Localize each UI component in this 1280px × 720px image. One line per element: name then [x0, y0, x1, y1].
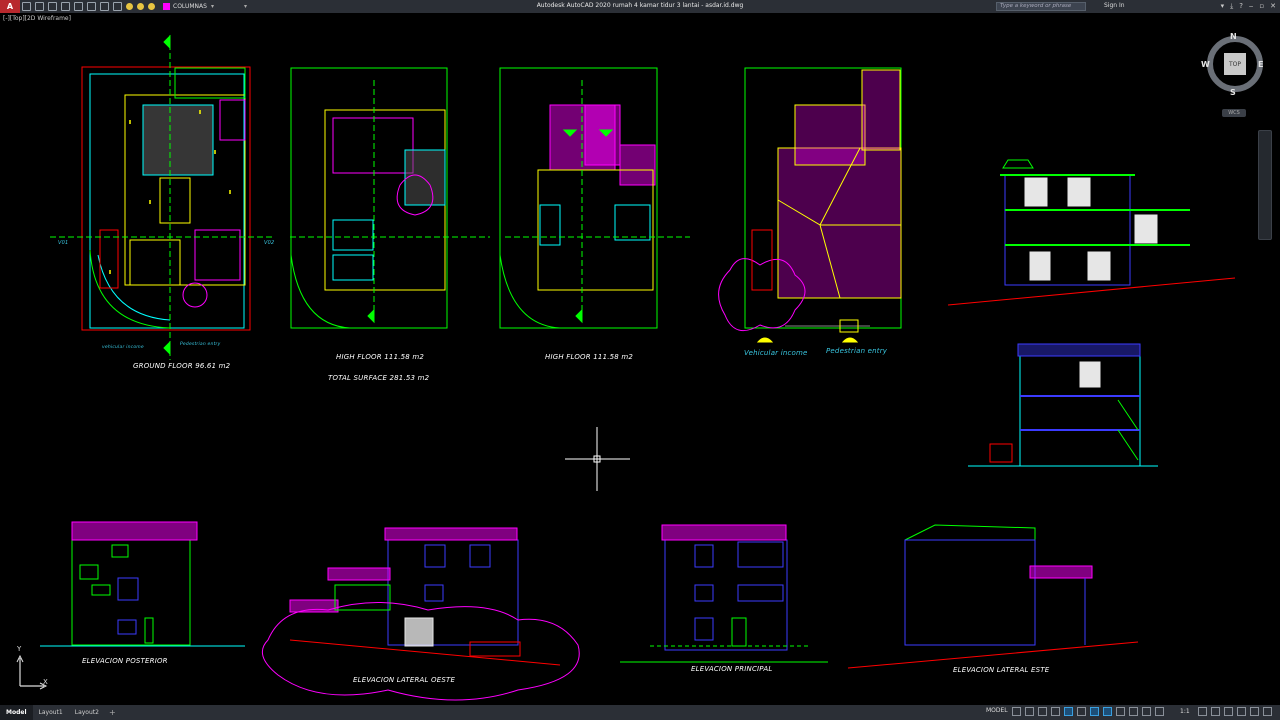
osnap-icon[interactable]: [1064, 707, 1073, 716]
viewcube-west[interactable]: W: [1201, 60, 1210, 69]
user-icon[interactable]: ▾: [1221, 2, 1225, 11]
add-layout-icon[interactable]: +: [105, 708, 120, 717]
tab-layout2[interactable]: Layout2: [69, 705, 105, 720]
viewcube[interactable]: N S E W TOP: [1201, 32, 1264, 97]
annotation-scale-icon[interactable]: [1142, 707, 1151, 716]
annotation-icon[interactable]: [1129, 707, 1138, 716]
viewcube-east[interactable]: E: [1258, 60, 1263, 69]
wcs-menu[interactable]: WCS: [1222, 109, 1246, 117]
ucs-icon: Y X: [8, 645, 58, 695]
navigation-bar[interactable]: [1258, 130, 1272, 240]
layer-lock-icon[interactable]: [148, 3, 155, 10]
plot-icon[interactable]: [87, 2, 96, 11]
pedestrian-entry-small-label: Pedestrian entry: [180, 342, 221, 347]
gear-icon[interactable]: [1198, 707, 1207, 716]
elevation-lateral-oeste: [261, 527, 580, 701]
layer-color-swatch: [163, 3, 170, 10]
save-icon[interactable]: [48, 2, 57, 11]
elevation-principal-label: ELEVACION PRINCIPAL: [691, 665, 773, 673]
elevation-lateral-oeste-label: ELEVACION LATERAL OESTE: [353, 676, 456, 684]
ucs-y-label: Y: [17, 645, 22, 653]
section-view-2: [968, 343, 1158, 467]
undo-icon[interactable]: [100, 2, 109, 11]
tab-layout1[interactable]: Layout1: [33, 705, 69, 720]
high-floor-1-label: HIGH FLOOR 111.58 m2: [336, 353, 425, 361]
open-icon[interactable]: [35, 2, 44, 11]
otrack-icon[interactable]: [1077, 707, 1086, 716]
lineweight-icon[interactable]: [1090, 707, 1099, 716]
polar-icon[interactable]: [1051, 707, 1060, 716]
elevation-posterior-label: ELEVACION POSTERIOR: [82, 657, 168, 665]
layer-on-icon[interactable]: [126, 3, 133, 10]
search-input[interactable]: Type a keyword or phrase: [996, 2, 1086, 11]
customize-menu-icon[interactable]: [1263, 707, 1272, 716]
sign-in-link[interactable]: Sign In: [1104, 2, 1125, 9]
pedestrian-entry-label: Pedestrian entry: [826, 347, 888, 355]
crosshair-cursor: [565, 427, 630, 491]
web-mobile-icon[interactable]: [74, 2, 83, 11]
high-floor-plan-1: [290, 67, 490, 329]
ortho-icon[interactable]: [1038, 707, 1047, 716]
layer-dropdown[interactable]: COLUMNAS: [173, 3, 207, 10]
axis-v02-label: V02: [264, 240, 275, 246]
viewcube-north[interactable]: N: [1230, 32, 1237, 41]
title-bar: A COLUMNAS ▾ ▾ Autodesk AutoCAD 2020 rum…: [0, 0, 1280, 13]
elevation-lateral-este-label: ELEVACION LATERAL ESTE: [953, 666, 1050, 674]
save-as-icon[interactable]: [61, 2, 70, 11]
plus-icon[interactable]: [1211, 707, 1220, 716]
ucs-x-label: X: [43, 678, 48, 686]
new-icon[interactable]: [22, 2, 31, 11]
ground-floor-plan: [50, 34, 275, 360]
layer-thaw-icon[interactable]: [137, 3, 144, 10]
redo-icon[interactable]: [113, 2, 122, 11]
section-view-1: [947, 159, 1236, 306]
help-icon[interactable]: ?: [1239, 2, 1243, 11]
workspace-icon[interactable]: [1155, 707, 1164, 716]
grid-icon[interactable]: [1012, 707, 1021, 716]
model-space-button[interactable]: MODEL: [986, 707, 1008, 714]
layer-dropdown-chevron-icon[interactable]: ▾: [211, 3, 214, 10]
maximize-icon[interactable]: ▫: [1259, 2, 1264, 11]
roof-plan: [718, 67, 902, 343]
application-menu-button[interactable]: A: [0, 0, 20, 13]
qat-customize-chevron-icon[interactable]: ▾: [244, 3, 247, 10]
vehicular-income-small-label: vehicular income: [102, 345, 144, 350]
annotation-scale-dropdown[interactable]: 1:1: [1180, 708, 1190, 715]
axis-v01-label: V01: [58, 240, 69, 246]
high-floor-plan-2: [499, 67, 690, 329]
vehicular-income-label: Vehicular income: [744, 349, 808, 357]
elevation-lateral-este: [847, 524, 1139, 669]
elevation-posterior: [40, 521, 245, 647]
close-icon[interactable]: ✕: [1270, 2, 1276, 11]
viewcube-top-face[interactable]: TOP: [1224, 53, 1246, 75]
ground-floor-label: GROUND FLOOR 96.61 m2: [133, 362, 231, 370]
drawing-canvas[interactable]: [0, 13, 1280, 705]
tab-model[interactable]: Model: [0, 705, 33, 720]
isolate-icon[interactable]: [1224, 707, 1233, 716]
clean-screen-icon[interactable]: [1250, 707, 1259, 716]
selection-cycling-icon[interactable]: [1116, 707, 1125, 716]
viewcube-south[interactable]: S: [1230, 88, 1236, 97]
hardware-acceleration-icon[interactable]: [1237, 707, 1246, 716]
status-bar: Model Layout1 Layout2 + MODEL 1:1: [0, 705, 1280, 720]
transparency-icon[interactable]: [1103, 707, 1112, 716]
exchange-icon[interactable]: ⤓: [1230, 2, 1233, 11]
total-surface-label: TOTAL SURFACE 281.53 m2: [328, 374, 430, 382]
elevation-principal: [620, 524, 828, 663]
minimize-icon[interactable]: ‒: [1249, 2, 1253, 11]
high-floor-2-label: HIGH FLOOR 111.58 m2: [545, 353, 634, 361]
snap-icon[interactable]: [1025, 707, 1034, 716]
